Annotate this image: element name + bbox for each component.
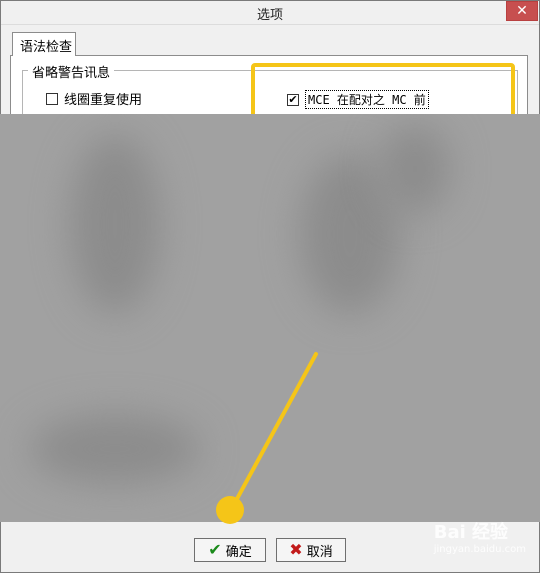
checkbox-coil-duplicate[interactable] [46,92,58,105]
option-coil-duplicate[interactable]: 线圈重复使用 [46,89,142,108]
baidu-watermark: Bai 经验 jingyan.baidu.com [434,518,526,555]
option-label: 线圈重复使用 [64,93,143,108]
window-title: 选项 [256,8,283,23]
x-mark-icon: ✖ [289,540,303,559]
group-title: 省略警告讯息 [28,62,115,81]
watermark-url: jingyan.baidu.com [433,544,526,555]
close-button[interactable]: ✕ [506,1,538,21]
cancel-label: 取消 [306,544,333,560]
ok-button[interactable]: ✔ 确定 [194,538,266,562]
close-icon: ✕ [516,3,528,19]
cancel-button[interactable]: ✖ 取消 [276,538,346,562]
tab-syntax-check[interactable]: 语法检查 [12,32,76,56]
ok-label: 确定 [225,544,252,560]
watermark-brand: Bai 经验 [433,522,509,543]
blurred-region [0,114,540,522]
checkmark-icon: ✔ [208,540,222,559]
tab-label: 语法检查 [20,40,73,55]
highlight-box [251,63,515,121]
title-bar: 选项 ✕ [1,1,539,25]
